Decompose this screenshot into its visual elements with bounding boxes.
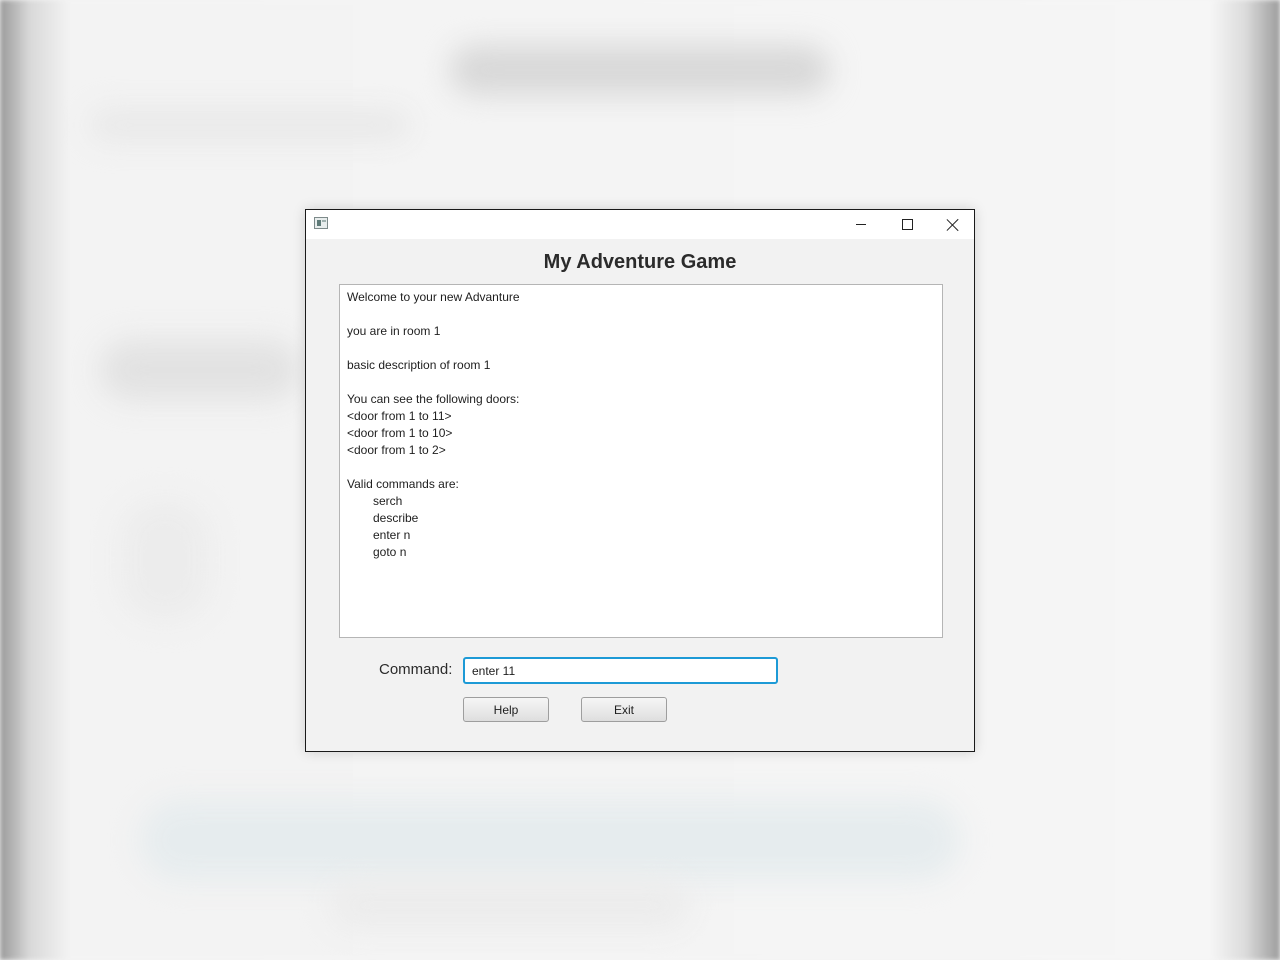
blurred-background-shape <box>330 880 690 930</box>
output-line: <door from 1 to 10> <box>347 426 453 440</box>
output-line: you are in room 1 <box>347 324 441 338</box>
window-titlebar[interactable] <box>306 210 974 239</box>
exit-button[interactable]: Exit <box>581 697 667 722</box>
output-line: goto n <box>373 545 407 559</box>
blurred-background-shape <box>450 45 830 95</box>
help-button[interactable]: Help <box>463 697 549 722</box>
output-line: describe <box>373 511 419 525</box>
minimize-button[interactable] <box>838 210 884 239</box>
output-line: serch <box>373 494 403 508</box>
command-label: Command: <box>379 661 453 678</box>
game-window: My Adventure Game Welcome to your new Ad… <box>305 209 975 752</box>
blurred-background-shape <box>90 110 410 140</box>
close-button[interactable] <box>930 210 976 239</box>
app-icon <box>314 217 328 229</box>
output-line: basic description of room 1 <box>347 358 491 372</box>
output-line: <door from 1 to 11> <box>347 409 452 423</box>
blurred-background-shape <box>140 800 960 880</box>
minimize-icon <box>856 224 866 225</box>
maximize-button[interactable] <box>884 210 930 239</box>
close-icon <box>947 219 959 231</box>
output-line: Valid commands are: <box>347 477 459 491</box>
output-line: You can see the following doors: <box>347 392 520 406</box>
game-output-textarea[interactable]: Welcome to your new Advanture you are in … <box>339 284 943 638</box>
output-line: Welcome to your new Advanture <box>347 290 520 304</box>
command-input[interactable] <box>463 657 778 684</box>
maximize-icon <box>901 219 913 230</box>
game-title: My Adventure Game <box>543 251 737 273</box>
blurred-background-shape <box>100 340 300 400</box>
blurred-background-shape <box>120 500 210 620</box>
output-line: <door from 1 to 2> <box>347 443 446 457</box>
output-line: enter n <box>373 528 411 542</box>
